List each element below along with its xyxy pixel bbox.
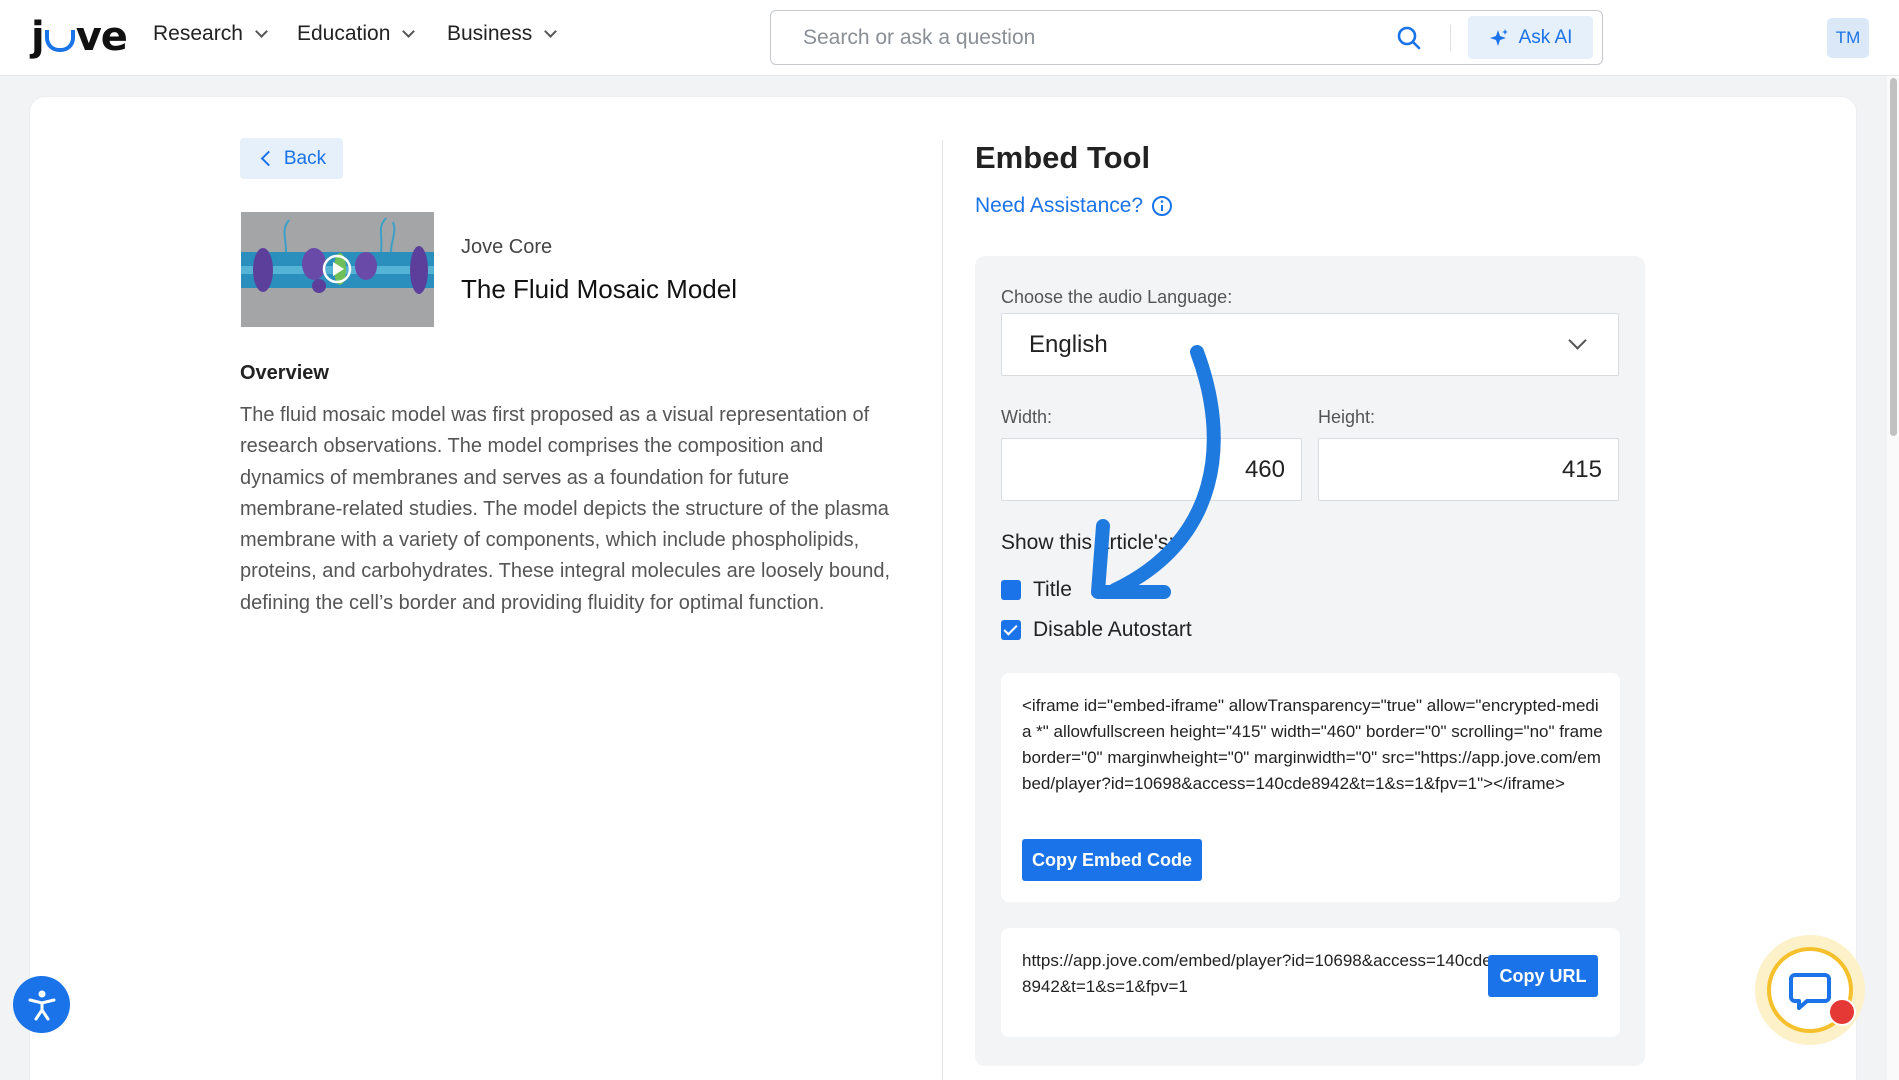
search-bar: Ask AI xyxy=(770,10,1603,65)
nav-education-label: Education xyxy=(297,22,391,45)
height-label: Height: xyxy=(1318,407,1376,427)
user-avatar[interactable]: TM xyxy=(1827,18,1869,58)
back-button[interactable]: Back xyxy=(240,138,343,179)
checkbox-checked-icon xyxy=(1001,620,1021,640)
ask-ai-label: Ask AI xyxy=(1518,26,1573,48)
overview-heading: Overview xyxy=(240,362,329,384)
title-checkbox-label: Title xyxy=(1033,578,1072,601)
video-title: The Fluid Mosaic Model xyxy=(461,274,737,304)
chevron-down-icon xyxy=(544,25,558,38)
need-assistance-label: Need Assistance? xyxy=(975,194,1144,217)
membrane-illustration xyxy=(241,212,434,327)
ask-ai-button[interactable]: Ask AI xyxy=(1468,16,1593,59)
copy-embed-code-button[interactable]: Copy Embed Code xyxy=(1022,839,1202,881)
width-label: Width: xyxy=(1001,407,1053,427)
copy-url-button[interactable]: Copy URL xyxy=(1488,955,1598,997)
language-label: Choose the audio Language: xyxy=(1001,287,1233,307)
overview-text: The fluid mosaic model was first propose… xyxy=(240,404,891,614)
search-divider xyxy=(1450,25,1451,51)
embed-url-box: https://app.jove.com/embed/player?id=106… xyxy=(1001,928,1620,1037)
embed-tool-title: Embed Tool xyxy=(975,140,1151,175)
chat-widget-button[interactable] xyxy=(1755,935,1865,1045)
accessibility-button[interactable] xyxy=(13,976,70,1033)
top-navigation-bar: jve Research Education Business Ask AI T… xyxy=(0,0,1899,76)
search-input[interactable] xyxy=(803,24,1323,52)
width-input[interactable] xyxy=(1001,438,1302,501)
nav-education[interactable]: Education xyxy=(297,22,416,46)
back-label: Back xyxy=(283,147,327,169)
disable-autostart-checkbox[interactable]: Disable Autostart xyxy=(1001,618,1192,642)
sparkle-icon xyxy=(1489,28,1508,46)
need-assistance-link[interactable]: Need Assistance? xyxy=(975,194,1173,218)
column-divider xyxy=(942,140,943,1080)
language-select[interactable]: English xyxy=(1001,313,1619,376)
info-icon xyxy=(1152,196,1173,216)
logo-o-mark xyxy=(44,30,75,52)
embed-url-text[interactable]: https://app.jove.com/embed/player?id=106… xyxy=(1022,948,1497,1000)
title-checkbox[interactable]: Title xyxy=(1001,578,1072,602)
chevron-down-icon xyxy=(255,25,268,38)
scrollbar-thumb[interactable] xyxy=(1890,78,1897,436)
height-input[interactable] xyxy=(1318,438,1619,501)
show-options-label: Show this article's: xyxy=(1001,531,1175,554)
checkbox-unchecked-icon xyxy=(1001,580,1021,600)
jove-logo[interactable]: j ve xyxy=(31,14,128,60)
accessibility-icon xyxy=(28,990,55,1020)
language-value: English xyxy=(1029,330,1108,358)
embed-code-text[interactable]: <iframe id="embed-iframe" allowTranspare… xyxy=(1022,693,1607,797)
nav-business[interactable]: Business xyxy=(447,22,558,46)
nav-business-label: Business xyxy=(447,22,533,45)
nav-research[interactable]: Research xyxy=(153,22,268,46)
video-thumbnail[interactable] xyxy=(241,212,434,327)
collection-label: Jove Core xyxy=(461,236,553,258)
chevron-down-icon xyxy=(1568,331,1587,350)
chevron-left-icon xyxy=(260,150,277,167)
nav-research-label: Research xyxy=(153,22,243,45)
disable-autostart-label: Disable Autostart xyxy=(1033,618,1192,641)
chevron-down-icon xyxy=(402,25,416,38)
notification-dot xyxy=(1828,998,1856,1026)
search-icon[interactable] xyxy=(1396,25,1422,51)
embed-code-box: <iframe id="embed-iframe" allowTranspare… xyxy=(1001,673,1620,902)
